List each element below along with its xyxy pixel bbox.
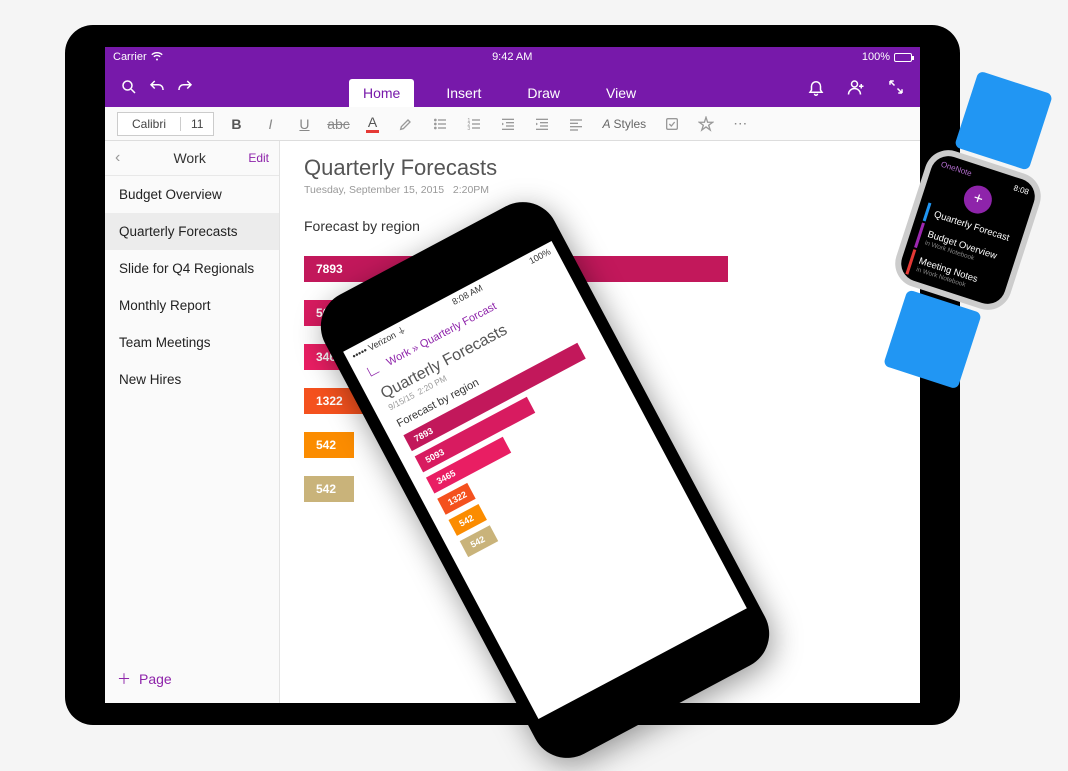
align-button[interactable] bbox=[564, 112, 588, 136]
sidebar-item-budget[interactable]: Budget Overview bbox=[105, 176, 279, 213]
tab-draw[interactable]: Draw bbox=[513, 79, 574, 107]
watch-note-list: Quarterly ForecastBudget Overviewin Work… bbox=[905, 202, 1016, 302]
bullets-button[interactable] bbox=[428, 112, 452, 136]
strike-button[interactable]: abc bbox=[326, 112, 350, 136]
sidebar-item-forecasts[interactable]: Quarterly Forecasts bbox=[105, 213, 279, 250]
page-time: 2:20PM bbox=[453, 184, 489, 196]
font-name: Calibri bbox=[118, 117, 181, 131]
bell-icon[interactable] bbox=[802, 73, 830, 101]
battery-percent: 100% bbox=[862, 51, 890, 63]
search-icon[interactable] bbox=[115, 73, 143, 101]
page-meta: Tuesday, September 15, 2015 2:20PM bbox=[304, 184, 896, 196]
back-icon[interactable]: ∟ bbox=[362, 359, 384, 382]
add-page-button[interactable]: ＋ Page bbox=[105, 655, 279, 703]
page-list: Budget Overview Quarterly Forecasts Slid… bbox=[105, 176, 279, 655]
underline-button[interactable]: U bbox=[292, 112, 316, 136]
tab-insert[interactable]: Insert bbox=[432, 79, 495, 107]
add-page-label: Page bbox=[139, 671, 172, 687]
battery-icon bbox=[894, 53, 912, 62]
carrier-label: Carrier bbox=[113, 51, 147, 63]
share-icon[interactable] bbox=[842, 73, 870, 101]
chart-title: Forecast by region bbox=[304, 218, 896, 234]
sidebar-item-report[interactable]: Monthly Report bbox=[105, 287, 279, 324]
status-bar: Carrier 9:42 AM 100% bbox=[105, 47, 920, 67]
sidebar-header: ‹ Work Edit bbox=[105, 141, 279, 176]
ribbon: Home Insert Draw View bbox=[105, 67, 920, 107]
clock: 9:42 AM bbox=[163, 51, 862, 63]
formatting-bar: Calibri 11 B I U abc A 123 AStyles ⋯ bbox=[105, 107, 920, 141]
svg-text:3: 3 bbox=[468, 126, 471, 132]
sidebar-item-slide[interactable]: Slide for Q4 Regionals bbox=[105, 250, 279, 287]
undo-icon[interactable] bbox=[143, 73, 171, 101]
add-note-button[interactable]: + bbox=[960, 182, 995, 217]
bold-button[interactable]: B bbox=[224, 112, 248, 136]
font-size: 11 bbox=[181, 117, 213, 131]
sidebar: ‹ Work Edit Budget Overview Quarterly Fo… bbox=[105, 141, 280, 703]
page-title: Quarterly Forecasts bbox=[304, 155, 896, 181]
styles-button[interactable]: AStyles bbox=[598, 112, 650, 136]
indent-button[interactable] bbox=[530, 112, 554, 136]
highlight-button[interactable] bbox=[394, 112, 418, 136]
more-icon[interactable]: ⋯ bbox=[728, 112, 752, 136]
watch-app-name: OneNote bbox=[940, 160, 973, 178]
numbered-button[interactable]: 123 bbox=[462, 112, 486, 136]
back-icon[interactable]: ‹ bbox=[115, 149, 131, 167]
fullscreen-icon[interactable] bbox=[882, 73, 910, 101]
wifi-icon bbox=[151, 51, 163, 64]
outdent-button[interactable] bbox=[496, 112, 520, 136]
sidebar-item-meetings[interactable]: Team Meetings bbox=[105, 324, 279, 361]
section-title: Work bbox=[131, 150, 248, 166]
sidebar-item-hires[interactable]: New Hires bbox=[105, 361, 279, 398]
page-date: Tuesday, September 15, 2015 bbox=[304, 184, 444, 196]
edit-button[interactable]: Edit bbox=[248, 151, 269, 165]
tag-button[interactable] bbox=[694, 112, 718, 136]
redo-icon[interactable] bbox=[171, 73, 199, 101]
italic-button[interactable]: I bbox=[258, 112, 282, 136]
font-selector[interactable]: Calibri 11 bbox=[117, 112, 214, 136]
tab-view[interactable]: View bbox=[592, 79, 650, 107]
tab-home[interactable]: Home bbox=[349, 79, 414, 107]
font-color-button[interactable]: A bbox=[360, 112, 384, 136]
watch-screen: OneNote 8:08 + Quarterly ForecastBudget … bbox=[897, 151, 1040, 308]
watch-clock: 8:08 bbox=[1012, 183, 1030, 196]
todo-button[interactable] bbox=[660, 112, 684, 136]
plus-icon: ＋ bbox=[117, 669, 131, 689]
